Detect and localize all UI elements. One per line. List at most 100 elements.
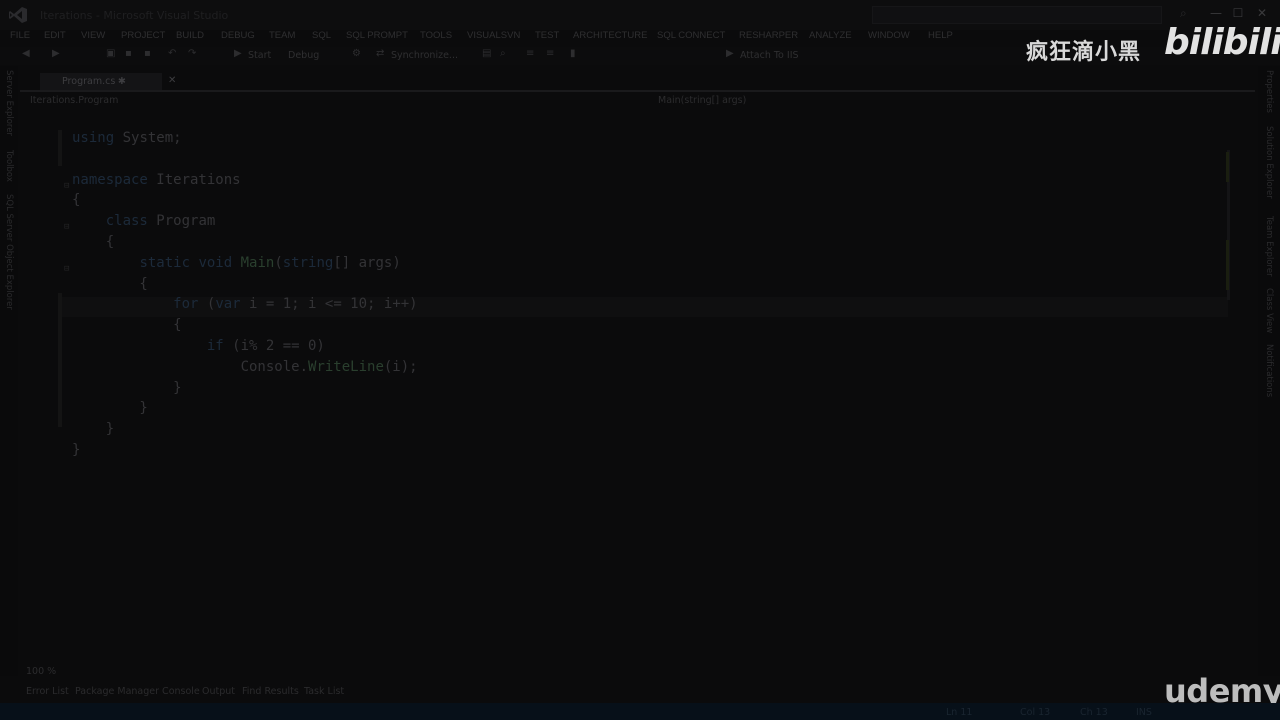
menu-edit[interactable]: EDIT — [44, 30, 66, 41]
folder-icon[interactable]: ▤ — [482, 49, 492, 59]
menu-resharper[interactable]: RESHARPER — [739, 30, 798, 41]
attach-to-iis-button[interactable]: Attach To IIS — [740, 50, 799, 61]
search-icon[interactable]: ⌕ — [1180, 6, 1187, 21]
undo-icon[interactable]: ↶ — [168, 49, 178, 59]
class-view-tab[interactable]: Class View — [1264, 288, 1274, 333]
code-line: { — [72, 276, 147, 292]
back-icon[interactable]: ◀ — [22, 49, 32, 59]
title-bar: Iterations - Microsoft Visual Studio ⌕ —… — [0, 0, 1280, 30]
collapse-namespace-icon[interactable]: ⊟ — [64, 181, 69, 191]
bottom-tool-tabs: Error List Package Manager Console Outpu… — [0, 684, 1280, 700]
menu-team[interactable]: TEAM — [269, 30, 295, 41]
menu-project[interactable]: PROJECT — [121, 30, 165, 41]
notifications-tab[interactable]: Notifications — [1264, 344, 1274, 397]
minimize-button[interactable]: — — [1206, 4, 1226, 22]
code-method: Main — [240, 254, 275, 271]
menu-window[interactable]: WINDOW — [868, 30, 910, 41]
code-token: (i); — [383, 358, 418, 375]
change-indicator — [58, 130, 62, 166]
solution-icon[interactable]: ⚙ — [352, 49, 362, 59]
navigation-bar: Iterations.Program Main(string[] args) — [20, 93, 1255, 109]
menu-tools[interactable]: TOOLS — [420, 30, 452, 41]
code-line: { — [72, 192, 80, 208]
save-icon[interactable]: ▪ — [125, 49, 135, 59]
forward-icon[interactable]: ▶ — [52, 49, 62, 59]
uncomment-icon[interactable]: ≡ — [546, 49, 556, 59]
code-line: for (var i = 1; i <= 10; i++) — [72, 296, 418, 313]
configuration-dropdown[interactable]: Debug — [288, 50, 319, 61]
tab-program-cs[interactable]: Program.cs ✱ ✕ — [40, 73, 176, 90]
collapse-class-icon[interactable]: ⊟ — [64, 222, 69, 232]
code-line: { — [72, 317, 181, 333]
properties-tab[interactable]: Properties — [1264, 70, 1274, 113]
tab-error-list[interactable]: Error List — [26, 686, 69, 697]
start-button[interactable]: Start — [248, 50, 271, 61]
menu-build[interactable]: BUILD — [176, 30, 204, 41]
code-method: WriteLine — [308, 358, 384, 375]
code-token: } — [72, 400, 148, 417]
status-column: Col 13 — [1020, 707, 1051, 718]
menu-architecture[interactable]: ARCHITECTURE — [573, 30, 647, 41]
menu-debug[interactable]: DEBUG — [221, 30, 255, 41]
sync-icon[interactable]: ⇄ — [376, 49, 386, 59]
save-all-icon[interactable]: ▪ — [144, 49, 154, 59]
code-keyword: for — [173, 296, 199, 313]
menu-help[interactable]: HELP — [928, 30, 953, 41]
attach-icon[interactable]: ▶ — [726, 49, 736, 59]
tab-package-manager-console[interactable]: Package Manager Console — [75, 686, 200, 697]
menu-visualsvn[interactable]: VISUALSVN — [467, 30, 520, 41]
code-line: } — [72, 442, 80, 458]
code-token: [] args) — [333, 254, 401, 271]
menu-file[interactable]: FILE — [10, 30, 30, 41]
tab-find-results[interactable]: Find Results — [242, 686, 299, 697]
toolbox-tab[interactable]: Toolbox — [4, 150, 14, 182]
tab-label: Program.cs — [62, 76, 116, 87]
vertical-scrollbar[interactable] — [1226, 110, 1236, 664]
code-line: class Program — [72, 213, 216, 229]
close-tab-icon[interactable]: ✕ — [168, 75, 176, 86]
sql-object-explorer-tab[interactable]: SQL Server Object Explorer — [4, 194, 14, 310]
code-line: using System; — [72, 130, 182, 146]
code-token: { — [72, 192, 81, 209]
code-token: i = 1; i <= 10; i++) — [240, 296, 418, 313]
new-project-icon[interactable]: ▣ — [106, 49, 116, 59]
solution-explorer-tab[interactable]: Solution Explorer — [1264, 126, 1274, 199]
menu-test[interactable]: TEST — [535, 30, 559, 41]
code-token: { — [72, 234, 115, 250]
code-token: System; — [114, 130, 182, 146]
code-token: Iterations — [147, 171, 241, 188]
bookmark-icon[interactable]: ▮ — [570, 49, 580, 59]
maximize-button[interactable]: ☐ — [1228, 4, 1248, 22]
menu-view[interactable]: VIEW — [81, 30, 105, 41]
code-token: ( — [198, 296, 216, 313]
redo-icon[interactable]: ↷ — [188, 49, 198, 59]
quick-launch-input[interactable] — [872, 6, 1162, 24]
visual-studio-logo-icon — [9, 7, 27, 23]
find-icon[interactable]: ⌕ — [500, 49, 510, 59]
close-button[interactable]: ✕ — [1252, 4, 1272, 22]
synchronize-button[interactable]: Synchronize... — [391, 50, 458, 61]
menu-analyze[interactable]: ANALYZE — [809, 30, 852, 41]
menu-sql-prompt[interactable]: SQL PROMPT — [346, 30, 408, 41]
team-explorer-tab[interactable]: Team Explorer — [1264, 216, 1274, 277]
server-explorer-tab[interactable]: Server Explorer — [4, 70, 14, 136]
start-icon[interactable]: ▶ — [234, 49, 244, 59]
scroll-change-marker — [1226, 240, 1229, 290]
code-line: } — [72, 400, 148, 417]
collapse-method-icon[interactable]: ⊟ — [64, 264, 69, 274]
code-token: } — [72, 442, 81, 458]
member-dropdown[interactable]: Main(string[] args) — [658, 95, 746, 106]
menu-sql[interactable]: SQL — [312, 30, 331, 41]
tab-output[interactable]: Output — [202, 686, 235, 697]
zoom-level[interactable]: 100 % — [26, 666, 56, 677]
menu-sql-connect[interactable]: SQL CONNECT — [657, 30, 725, 41]
comment-icon[interactable]: ≡ — [526, 49, 536, 59]
status-line: Ln 11 — [946, 707, 973, 718]
code-token: ( — [274, 254, 283, 271]
type-dropdown[interactable]: Iterations.Program — [30, 95, 118, 106]
code-token: } — [72, 379, 182, 396]
left-tool-strip: Server Explorer Toolbox SQL Server Objec… — [0, 66, 18, 676]
tab-task-list[interactable]: Task List — [304, 686, 344, 697]
code-editor[interactable]: ⊟ ⊟ ⊟ using System; namespace Iterations {… — [20, 110, 1228, 664]
